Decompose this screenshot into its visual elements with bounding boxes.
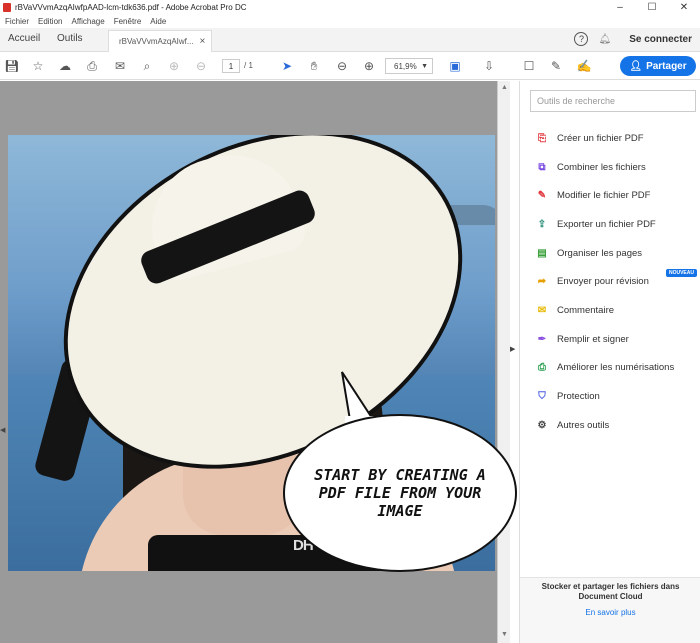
save-icon[interactable]: 💾︎ bbox=[4, 58, 20, 74]
tool-item-label: Organiser les pages bbox=[557, 247, 643, 259]
close-window-button[interactable]: ✕ bbox=[668, 0, 700, 14]
scroll-down-icon[interactable]: ▼ bbox=[501, 631, 508, 638]
chevron-down-icon: ▼ bbox=[421, 62, 428, 70]
tab-home[interactable]: Accueil bbox=[8, 33, 40, 44]
page-number-input[interactable]: 1 bbox=[222, 59, 240, 73]
tool-item[interactable]: ⇪ Exporter un fichier PDF bbox=[520, 210, 700, 239]
right-panel-toggle-icon[interactable]: ▶ bbox=[510, 345, 515, 353]
fill-sign-icon: ✒ bbox=[537, 333, 547, 345]
tab-tools[interactable]: Outils bbox=[57, 33, 83, 44]
share-label: Partager bbox=[646, 60, 687, 72]
upload-cloud-icon[interactable]: ☁ bbox=[57, 58, 73, 74]
scroll-up-icon[interactable]: ▲ bbox=[501, 84, 508, 91]
menu-window[interactable]: Fenêtre bbox=[114, 17, 142, 26]
zoom-select[interactable]: 61,9% ▼ bbox=[385, 58, 433, 74]
menu-help[interactable]: Aide bbox=[150, 17, 166, 26]
search-icon[interactable]: ⌕ bbox=[139, 58, 155, 74]
tool-item-label: Autres outils bbox=[557, 419, 610, 431]
select-cursor-icon[interactable]: ➤ bbox=[279, 58, 295, 74]
tool-item[interactable]: ✉ Commentaire bbox=[520, 296, 700, 325]
menu-view[interactable]: Affichage bbox=[71, 17, 104, 26]
close-tab-icon[interactable]: × bbox=[200, 36, 206, 47]
tab-bar: Accueil Outils rBVaVVvmAzqAIwf... × ? 🔔︎… bbox=[0, 28, 700, 52]
edit-pdf-icon: ✎ bbox=[537, 190, 547, 202]
document-tab-label: rBVaVVvmAzqAIwf... bbox=[119, 37, 194, 46]
comment-icon[interactable]: ☐ bbox=[521, 58, 537, 74]
maximize-button[interactable]: ☐ bbox=[636, 0, 668, 14]
tool-item[interactable]: ⎘ Créer un fichier PDF bbox=[520, 124, 700, 153]
speech-bubble: START BY CREATING A PDF FILE FROM YOUR I… bbox=[283, 414, 517, 572]
tool-item-label: Modifier le fichier PDF bbox=[557, 190, 651, 202]
combine-files-icon: ⧉ bbox=[538, 161, 546, 173]
learn-more-link[interactable]: En savoir plus bbox=[520, 608, 700, 617]
email-icon[interactable]: ✉ bbox=[112, 58, 128, 74]
organize-pages-icon: ▤ bbox=[537, 247, 547, 259]
tool-item[interactable]: ▤ Organiser les pages bbox=[520, 239, 700, 268]
share-user-icon: 👤︎ bbox=[629, 60, 643, 72]
page-view-icon[interactable]: ▣ bbox=[447, 58, 463, 74]
page-down-icon[interactable]: ⊖ bbox=[193, 58, 209, 74]
zoom-in-icon[interactable]: ⊕ bbox=[361, 58, 377, 74]
speech-bubble-text: START BY CREATING A PDF FILE FROM YOUR I… bbox=[314, 466, 486, 520]
tool-item[interactable]: ✎ Modifier le fichier PDF bbox=[520, 181, 700, 210]
menu-edit[interactable]: Edition bbox=[38, 17, 62, 26]
print-icon[interactable]: ⎙ bbox=[84, 58, 100, 74]
menu-file[interactable]: Fichier bbox=[5, 17, 29, 26]
tool-item-label: Protection bbox=[557, 391, 600, 403]
tool-item[interactable]: ⚙ Autres outils bbox=[520, 411, 700, 440]
vertical-scrollbar[interactable]: ▲ ▼ bbox=[497, 81, 510, 643]
tool-item[interactable]: ⛉ Protection bbox=[520, 382, 700, 411]
create-pdf-icon: ⎘ bbox=[538, 132, 546, 144]
bell-icon[interactable]: 🔔︎ bbox=[598, 34, 611, 45]
tool-item-label: Remplir et signer bbox=[557, 333, 629, 345]
page-up-icon[interactable]: ⊕ bbox=[166, 58, 182, 74]
tool-search-input[interactable]: Outils de recherche bbox=[530, 90, 696, 112]
window-controls: – ☐ ✕ bbox=[604, 0, 700, 14]
minimize-button[interactable]: – bbox=[604, 0, 636, 14]
help-icon[interactable]: ? bbox=[574, 32, 589, 46]
tool-item-label: Commentaire bbox=[557, 304, 615, 316]
bookmark-star-icon[interactable]: ☆ bbox=[30, 58, 46, 74]
new-badge: NOUVEAU bbox=[665, 269, 697, 278]
sign-in-button[interactable]: Se connecter bbox=[629, 34, 692, 45]
export-pdf-icon: ⇪ bbox=[537, 218, 547, 230]
hand-tool-icon[interactable]: ✋︎ bbox=[306, 58, 322, 74]
page-total: / 1 bbox=[244, 61, 253, 70]
zoom-out-icon[interactable]: ⊖ bbox=[334, 58, 350, 74]
scroll-mode-icon[interactable]: ⇩ bbox=[481, 58, 497, 74]
share-button[interactable]: 👤︎ Partager bbox=[620, 56, 696, 76]
tool-item-label: Améliorer les numérisations bbox=[557, 362, 675, 374]
tab-document[interactable]: rBVaVVvmAzqAIwf... × bbox=[108, 30, 212, 52]
acrobat-app-icon bbox=[3, 2, 11, 12]
title-bar: rBVaVVvmAzqAIwfpAAD-lcm-tdk636.pdf - Ado… bbox=[0, 0, 700, 14]
menu-bar: Fichier Edition Affichage Fenêtre Aide bbox=[0, 14, 700, 28]
zoom-value: 61,9% bbox=[394, 61, 417, 71]
tool-item[interactable]: ⎙ Améliorer les numérisations bbox=[520, 354, 700, 383]
tool-list: ⎘ Créer un fichier PDF ⧉ Combiner les fichi… bbox=[520, 124, 700, 440]
tool-item-label: Combiner les fichiers bbox=[557, 161, 646, 173]
comment-icon: ✉ bbox=[537, 304, 547, 316]
enhance-scans-icon: ⎙ bbox=[538, 362, 546, 374]
tool-item-label: Créer un fichier PDF bbox=[557, 132, 644, 144]
promo-text: Stocker et partager les fichiers dans Do… bbox=[541, 582, 680, 601]
tool-item-label: Envoyer pour révision bbox=[557, 276, 649, 288]
tool-item[interactable]: ⧉ Combiner les fichiers bbox=[520, 153, 700, 182]
tool-item[interactable]: ➦ Envoyer pour révision NOUVEAU bbox=[520, 267, 700, 296]
left-panel-toggle-icon[interactable]: ◀ bbox=[0, 426, 5, 434]
protect-icon: ⛉ bbox=[538, 391, 546, 403]
tool-item[interactable]: ✒ Remplir et signer bbox=[520, 325, 700, 354]
toolbar: 💾︎ ☆ ☁ ⎙ ✉ ⌕ ⊕ ⊖ 1 / 1 ➤ ✋︎ ⊖ ⊕ 61,9% ▼ … bbox=[0, 52, 700, 80]
document-cloud-promo: Stocker et partager les fichiers dans Do… bbox=[520, 577, 700, 643]
sign-pen-icon[interactable]: ✍ bbox=[576, 58, 592, 74]
window-title: rBVaVVvmAzqAIwfpAAD-lcm-tdk636.pdf - Ado… bbox=[15, 2, 247, 12]
tools-sidebar: Outils de recherche ⎘ Créer un fichier PD… bbox=[519, 81, 700, 643]
more-tools-icon: ⚙ bbox=[537, 419, 547, 431]
tool-item-label: Exporter un fichier PDF bbox=[557, 218, 656, 230]
highlight-pen-icon[interactable]: ✎ bbox=[548, 58, 564, 74]
send-review-icon: ➦ bbox=[537, 276, 547, 288]
